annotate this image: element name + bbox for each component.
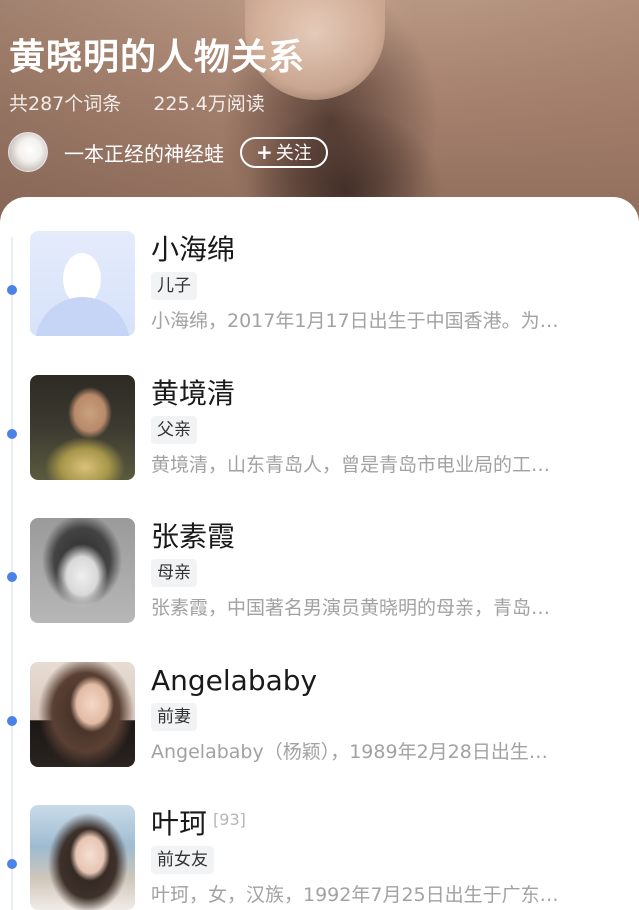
default-avatar-icon [30,231,135,336]
person-photo [30,375,135,480]
relation-tag: 母亲 [151,559,197,587]
read-count: 225.4万阅读 [153,93,265,115]
stats-row: 共287个词条 225.4万阅读 [9,89,265,116]
relation-tag: 前妻 [151,703,197,731]
relations-card: 小海绵 儿子 小海绵，2017年1月17日出生于中国香港。为… 黄境清 父亲 黄… [0,197,639,910]
relation-name: 黄境清 [151,377,236,410]
relation-desc: 小海绵，2017年1月17日出生于中国香港。为… [151,310,559,332]
author-row: 一本正经的神经蛙 + 关注 [8,131,328,173]
relation-tag: 父亲 [151,416,197,444]
relation-desc: 叶珂，女，汉族，1992年7月25日出生于广东… [151,884,559,906]
relation-desc: 张素霞，中国著名男演员黄晓明的母亲，青岛… [151,597,551,619]
plus-icon: + [256,140,273,164]
relation-item[interactable]: 叶珂 [93] 前女友 叶珂，女，汉族，1992年7月25日出生于广东… [0,805,639,910]
relation-tag: 儿子 [151,272,197,300]
relation-item[interactable]: 张素霞 母亲 张素霞，中国著名男演员黄晓明的母亲，青岛… [0,518,639,648]
relation-name: 小海绵 [151,233,236,266]
relation-name: 张素霞 [151,520,236,553]
timeline-dot [7,716,17,726]
relation-desc: 黄境清，山东青岛人，曾是青岛市电业局的工… [151,454,551,476]
relation-tag: 前女友 [151,846,214,874]
timeline-dot [7,859,17,869]
page: 黄晓明的人物关系 共287个词条 225.4万阅读 一本正经的神经蛙 + 关注 … [0,0,639,910]
timeline-dot [7,285,17,295]
author-avatar[interactable] [8,132,48,172]
reference-mark[interactable]: [93] [213,810,246,829]
relation-item[interactable]: Angelababy 前妻 Angelababy（杨颖），1989年2月28日出… [0,662,639,792]
timeline-dot [7,572,17,582]
follow-button[interactable]: + 关注 [240,136,328,168]
page-title: 黄晓明的人物关系 [9,37,306,78]
person-photo [30,662,135,767]
person-photo [30,518,135,623]
timeline-dot [7,429,17,439]
entry-count: 共287个词条 [9,93,122,115]
relation-desc: Angelababy（杨颖），1989年2月28日出生… [151,741,548,763]
relation-item[interactable]: 小海绵 儿子 小海绵，2017年1月17日出生于中国香港。为… [0,231,639,361]
author-name[interactable]: 一本正经的神经蛙 [64,138,224,167]
relation-name: 叶珂 [93] [151,807,246,840]
follow-label: 关注 [275,143,312,164]
relation-item[interactable]: 黄境清 父亲 黄境清，山东青岛人，曾是青岛市电业局的工… [0,375,639,505]
person-photo [30,805,135,910]
relation-name: Angelababy [151,664,318,697]
